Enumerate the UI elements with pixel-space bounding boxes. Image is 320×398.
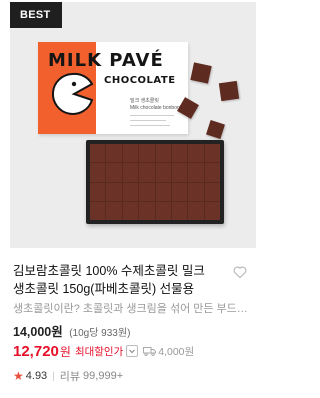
- product-card[interactable]: BEST MILK PAVÉ CHOCOLATE 밀크 생초콜릿 Milk ch…: [0, 0, 260, 398]
- chocolate-cell: [171, 163, 188, 182]
- chocolate-cell: [155, 201, 171, 220]
- chocolate-cell: [204, 163, 220, 182]
- chocolate-cell: [188, 201, 204, 220]
- chocolate-piece: [206, 120, 225, 139]
- chocolate-cell: [171, 182, 188, 201]
- rating-row: ★ 4.93 | 리뷰 99,999+: [13, 368, 123, 384]
- box-brand-line1: MILK PAVÉ: [48, 50, 164, 71]
- mascot-icon: [51, 72, 94, 115]
- shipping-fee: 4,000원: [143, 344, 194, 359]
- shipping-fee-value: 4,000원: [158, 345, 195, 358]
- box-divider: [130, 115, 174, 116]
- sale-currency: 원: [59, 344, 71, 359]
- original-price: 14,000원: [13, 325, 63, 339]
- chocolate-cell: [204, 182, 220, 201]
- box-brand-line2: CHOCOLATE: [104, 75, 176, 86]
- star-icon: ★: [13, 369, 24, 383]
- chocolate-cell: [155, 163, 171, 182]
- box-divider: [130, 120, 166, 121]
- box-divider: [130, 125, 170, 126]
- chocolate-cell: [171, 201, 188, 220]
- chocolate-tray: [86, 140, 224, 224]
- chocolate-cell: [139, 201, 155, 220]
- max-discount-label: 최대할인가: [74, 345, 124, 358]
- chocolate-cell: [106, 182, 122, 201]
- product-image[interactable]: BEST MILK PAVÉ CHOCOLATE 밀크 생초콜릿 Milk ch…: [10, 2, 256, 248]
- original-price-row: 14,000원 (10g당 933원): [13, 321, 130, 339]
- chocolate-cell: [122, 144, 139, 163]
- chocolate-cell: [106, 201, 122, 220]
- review-count[interactable]: 99,999+: [83, 370, 123, 382]
- product-description: 생초콜릿이란? 초콜릿과 생크림을 섞어 만든 부드러운 초콜릿: [13, 303, 251, 315]
- chocolate-cell: [90, 144, 106, 163]
- chocolate-cell: [155, 182, 171, 201]
- box-caption-en: Milk chocolate bonbon: [130, 105, 180, 111]
- best-badge: BEST: [10, 2, 62, 28]
- truck-icon: [143, 347, 157, 356]
- sale-price-row: 12,720 원 최대할인가 4,000원: [13, 341, 194, 361]
- chevron-down-icon[interactable]: [126, 345, 139, 357]
- chocolate-cell: [106, 144, 122, 163]
- box-caption-ko: 밀크 생초콜릿: [130, 98, 159, 104]
- heart-outline-icon[interactable]: [232, 264, 248, 280]
- chocolate-piece: [190, 62, 212, 84]
- chocolate-cell: [90, 163, 106, 182]
- chocolate-cell: [171, 144, 188, 163]
- chocolate-cell: [90, 201, 106, 220]
- rating-value: 4.93: [25, 370, 48, 382]
- unit-price: (10g당 933원): [69, 328, 131, 339]
- chocolate-cell: [155, 144, 171, 163]
- chocolate-cell: [204, 144, 220, 163]
- chocolate-cell: [122, 182, 139, 201]
- chocolate-cell: [139, 163, 155, 182]
- review-label: 리뷰: [59, 371, 81, 383]
- chocolate-cell: [139, 144, 155, 163]
- chocolate-cell: [139, 182, 155, 201]
- chocolate-cell: [204, 201, 220, 220]
- chocolate-piece: [218, 80, 240, 102]
- divider: |: [52, 370, 55, 382]
- chocolate-cell: [122, 201, 139, 220]
- chocolate-cell: [188, 144, 204, 163]
- chocolate-cell: [188, 182, 204, 201]
- sale-price: 12,720: [13, 342, 59, 360]
- chocolate-cell: [188, 163, 204, 182]
- chocolate-cell: [106, 163, 122, 182]
- product-box-lid: MILK PAVÉ CHOCOLATE 밀크 생초콜릿 Milk chocola…: [38, 42, 188, 134]
- chocolate-cell: [122, 163, 139, 182]
- chocolate-cell: [90, 182, 106, 201]
- product-title[interactable]: 김보람초콜릿 100% 수제초콜릿 밀크 생초콜릿 150g(파베초콜릿) 선물…: [13, 262, 225, 298]
